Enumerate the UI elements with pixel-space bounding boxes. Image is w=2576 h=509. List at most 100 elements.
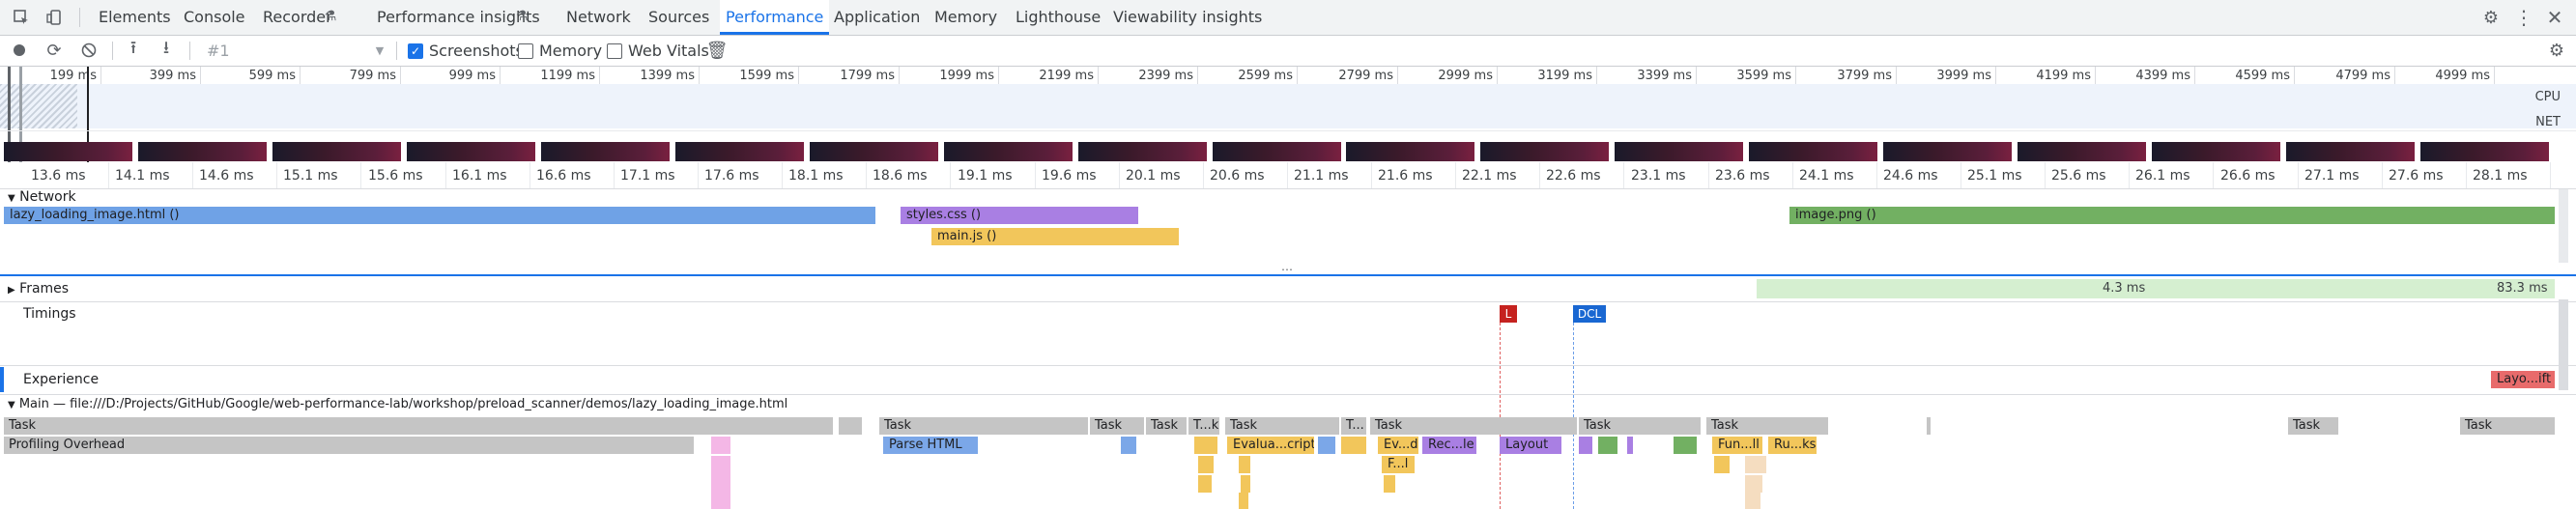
event-block[interactable]: [1239, 493, 1248, 509]
event-block[interactable]: [1745, 475, 1762, 493]
tab-performance[interactable]: Performance: [720, 0, 830, 35]
network-request-image[interactable]: image.png (): [1789, 207, 2555, 224]
ruler-tick-label: 15.1 ms: [283, 168, 338, 184]
tab-network[interactable]: Network: [566, 0, 631, 35]
profiling-overhead-block[interactable]: Profiling Overhead: [4, 437, 694, 454]
event-block[interactable]: [1318, 437, 1335, 454]
network-request-html[interactable]: lazy_loading_image.html (): [4, 207, 875, 224]
task-block[interactable]: Task: [2288, 417, 2338, 435]
frame-bar[interactable]: [1757, 279, 2555, 298]
screenshot-image: [1749, 142, 1877, 161]
frames-track-header[interactable]: ▶ Frames: [8, 281, 69, 297]
event-block[interactable]: [1198, 456, 1214, 473]
parse-html-block[interactable]: Parse HTML: [883, 437, 978, 454]
task-block[interactable]: T...: [1341, 417, 1366, 435]
task-label: Task: [1375, 418, 1403, 433]
ruler-gridline: [2466, 162, 2467, 188]
event-block[interactable]: [1194, 437, 1217, 454]
event-block[interactable]: [1121, 437, 1136, 454]
tab-divider: [79, 8, 80, 27]
ruler-gridline: [1203, 162, 1204, 188]
recording-select[interactable]: #1: [207, 36, 230, 66]
layout-shift-event[interactable]: Layo...ift: [2491, 371, 2555, 388]
ruler-tick-label: 21.6 ms: [1378, 168, 1433, 184]
event-block[interactable]: [711, 456, 730, 509]
event-block[interactable]: [1198, 475, 1212, 493]
network-request-js[interactable]: main.js (): [931, 228, 1179, 245]
download-icon[interactable]: ⭳: [157, 38, 176, 60]
more-options-icon[interactable]: ⋮: [2512, 6, 2535, 29]
inspect-element-icon[interactable]: [10, 6, 33, 29]
tab-sources[interactable]: Sources: [648, 0, 709, 35]
tab-console[interactable]: Console: [184, 0, 245, 35]
task-block[interactable]: Task: [2460, 417, 2555, 435]
task-block[interactable]: Task: [1706, 417, 1828, 435]
event-dispatch-block[interactable]: Ev...d: [1378, 437, 1418, 454]
capture-settings-gear-icon[interactable]: ⚙: [2547, 41, 2566, 61]
task-block[interactable]: Task: [4, 417, 833, 435]
main-track-header[interactable]: ▼ Main — file:///D:/Projects/GitHub/Goog…: [8, 397, 787, 411]
task-block[interactable]: [839, 417, 862, 435]
chevron-down-icon[interactable]: ▼: [373, 43, 386, 57]
toolbar-divider: [189, 42, 190, 60]
event-block[interactable]: [1341, 437, 1366, 454]
device-toolbar-icon[interactable]: [43, 6, 66, 29]
event-block[interactable]: [1745, 493, 1760, 509]
timeline-overview[interactable]: 199 ms 399 ms 599 ms 799 ms 999 ms 1199 ms 139…: [0, 67, 2576, 163]
memory-checkbox[interactable]: [518, 43, 533, 59]
main-scrollbar[interactable]: [2559, 299, 2568, 390]
event-block[interactable]: [1745, 456, 1766, 473]
tab-recorder[interactable]: Recorder: [263, 0, 332, 35]
web-vitals-checkbox[interactable]: [607, 43, 622, 59]
task-block[interactable]: T...k: [1188, 417, 1219, 435]
evaluate-script-block[interactable]: Evalua...cript: [1227, 437, 1314, 454]
function-block[interactable]: F...l: [1382, 456, 1415, 473]
layout-block[interactable]: Layout: [1500, 437, 1561, 454]
run-microtasks-block[interactable]: Ru...ks: [1768, 437, 1817, 454]
splitter-grip-icon[interactable]: ⋯: [1281, 263, 1293, 276]
screenshots-checkbox[interactable]: ✓: [408, 43, 423, 59]
trash-icon[interactable]: 🗑: [706, 41, 729, 61]
request-label: styles.css (): [906, 208, 982, 222]
event-block[interactable]: [1241, 475, 1250, 493]
network-scrollbar[interactable]: [2559, 189, 2568, 263]
clear-icon[interactable]: [79, 41, 99, 60]
tab-elements[interactable]: Elements: [99, 0, 171, 35]
tab-lighthouse[interactable]: Lighthouse: [1016, 0, 1101, 35]
ruler-gridline: [2382, 162, 2383, 188]
reload-icon[interactable]: ⟳: [44, 41, 64, 61]
record-icon[interactable]: [12, 42, 27, 58]
task-block[interactable]: [1927, 417, 1931, 435]
event-block[interactable]: [1384, 475, 1395, 493]
tab-application[interactable]: Application: [834, 0, 920, 35]
event-label: Evalua...cript: [1233, 438, 1314, 452]
task-block[interactable]: Task: [1579, 417, 1701, 435]
task-block[interactable]: Task: [1370, 417, 1577, 435]
event-block[interactable]: [1239, 456, 1250, 473]
close-icon[interactable]: ✕: [2543, 6, 2566, 29]
task-block[interactable]: Task: [1090, 417, 1144, 435]
task-block[interactable]: Task: [879, 417, 1088, 435]
event-block[interactable]: [1579, 437, 1592, 454]
event-label: Layout: [1505, 438, 1549, 452]
task-block[interactable]: Task: [1225, 417, 1339, 435]
ruler-tick-label: 24.6 ms: [1883, 168, 1938, 184]
function-call-block[interactable]: Fun...ll: [1712, 437, 1762, 454]
event-block[interactable]: [1674, 437, 1697, 454]
tab-viewability-insights[interactable]: Viewability insights: [1113, 0, 1262, 35]
task-block[interactable]: Task: [1146, 417, 1187, 435]
recalc-style-block[interactable]: Rec...le: [1422, 437, 1476, 454]
event-block[interactable]: [1627, 437, 1633, 454]
request-label: main.js (): [937, 229, 997, 243]
network-request-css[interactable]: styles.css (): [901, 207, 1138, 224]
tab-memory[interactable]: Memory: [934, 0, 997, 35]
network-track-header[interactable]: ▼ Network: [8, 189, 76, 205]
settings-gear-icon[interactable]: ⚙: [2479, 6, 2503, 29]
upload-icon[interactable]: ⭱: [124, 38, 143, 60]
event-block[interactable]: [1714, 456, 1730, 473]
event-block[interactable]: [1598, 437, 1617, 454]
event-block[interactable]: [711, 437, 730, 454]
task-block[interactable]: [1069, 417, 1073, 435]
dcl-marker[interactable]: DCL: [1573, 305, 1606, 323]
load-marker[interactable]: L: [1500, 305, 1517, 323]
